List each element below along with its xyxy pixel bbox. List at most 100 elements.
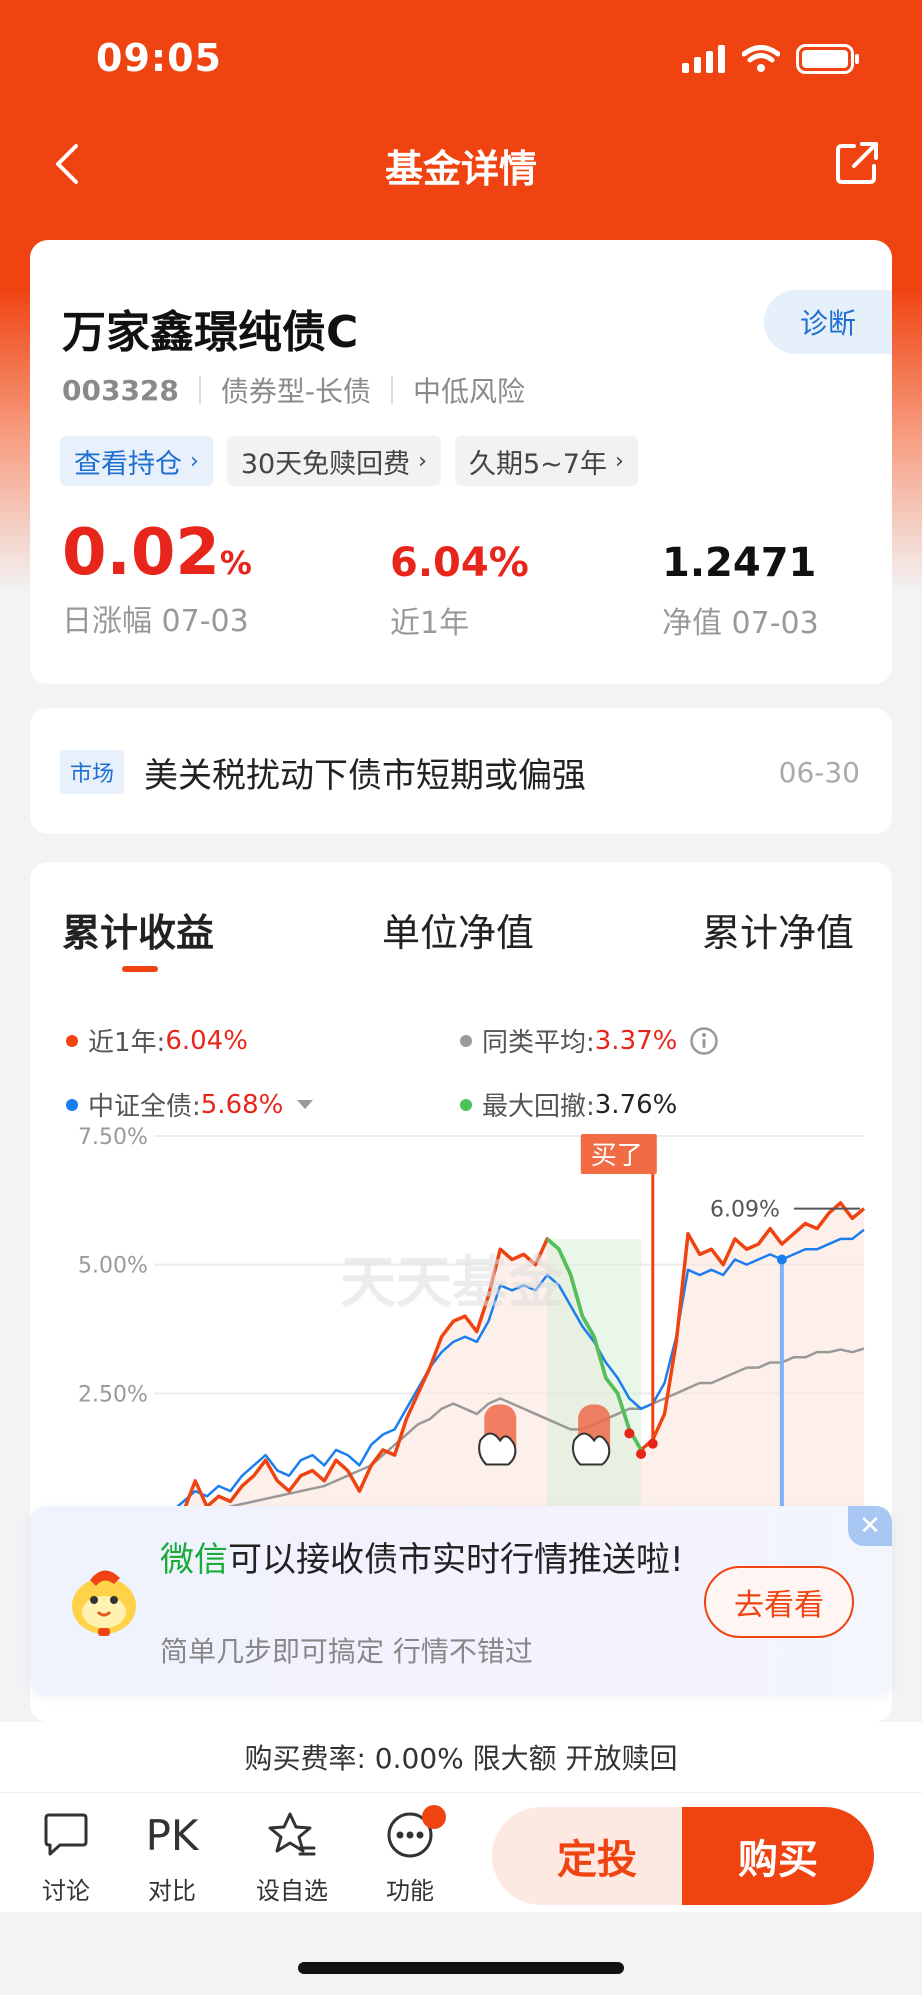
legend-value: 6.04% [165, 1025, 248, 1056]
divider [198, 376, 201, 404]
promo-subtitle: 简单几步即可搞定 行情不错过 [160, 1635, 533, 1668]
tab-cumulative-nav[interactable]: 累计净值 [702, 902, 854, 957]
redemption-fee-tag[interactable]: 30天免赎回费 › [226, 436, 441, 486]
dropdown-caret-icon [297, 1100, 314, 1109]
legend-value: 5.68% [200, 1089, 284, 1120]
add-watchlist-label: 设自选 [256, 1877, 328, 1905]
return-line-chart[interactable]: 7.50% 5.00% 2.50% 天天基金 买了 6.09% [30, 1122, 892, 1522]
promo-title-rest: 可以接收债市实时行情推送啦! [228, 1540, 684, 1580]
chat-bubble-icon [44, 1813, 88, 1856]
info-icon[interactable] [689, 1026, 719, 1056]
promo-title: 微信可以接收债市实时行情推送啦! [160, 1536, 700, 1584]
tag-label: 查看持仓 [74, 448, 182, 480]
pk-icon: PK [145, 1810, 199, 1860]
fund-meta: 003328 债券型-长债 中低风险 [62, 370, 525, 410]
fund-summary-card: 万家鑫璟纯债C 诊断 003328 债券型-长债 中低风险 查看持仓 › 30天免… [30, 240, 892, 684]
purchase-fee-info: 购买费率: 0.00% 限大额 开放赎回 [0, 1722, 922, 1792]
trade-point [636, 1448, 647, 1459]
end-value-label: 6.09% [710, 1198, 780, 1223]
features-label: 功能 [386, 1877, 434, 1905]
wechat-promo-banner: ✕ 微信可以接收债市实时行情推送啦! 简单几步即可搞定 行情不错过 去看看 [30, 1506, 892, 1696]
trade-point [624, 1428, 635, 1439]
legend-dot [460, 1098, 472, 1111]
trade-point [647, 1438, 658, 1449]
nav-bar: 基金详情 [0, 120, 922, 210]
buy-marker-label: 买了 [591, 1141, 643, 1171]
divider [391, 376, 394, 404]
view-holdings-tag[interactable]: 查看持仓 › [60, 436, 213, 486]
promo-title-highlight: 微信 [160, 1540, 228, 1580]
wifi-icon [742, 45, 780, 72]
legend-index[interactable]: 中证全债: 5.68% [66, 1086, 314, 1123]
tag-label: 30天免赎回费 [240, 448, 411, 480]
legend-label: 同类平均: [482, 1028, 595, 1058]
promo-view-button[interactable]: 去看看 [704, 1566, 854, 1638]
status-bar: 09:05 [0, 0, 922, 120]
legend-dot [460, 1034, 472, 1047]
close-icon[interactable]: ✕ [848, 1506, 892, 1546]
chart-watermark: 天天基金 [340, 1251, 565, 1316]
y-tick-label: 5.00% [78, 1254, 148, 1279]
share-icon[interactable] [832, 138, 882, 188]
home-indicator[interactable] [298, 1962, 624, 1974]
fund-tags: 查看持仓 › 30天免赎回费 › 久期5~7年 › [60, 436, 638, 486]
tab-unit-nav[interactable]: 单位净值 [382, 902, 534, 957]
chevron-right-icon: › [614, 448, 624, 474]
year-return-value: 6.04% [390, 540, 529, 586]
legend-dot [66, 1034, 78, 1047]
legend-label: 中证全债: [88, 1092, 201, 1122]
daily-change-label: 日涨幅 07-03 [62, 604, 249, 639]
y-tick-label: 7.50% [78, 1125, 148, 1150]
year-return-stat: 6.04% 近1年 [390, 540, 529, 642]
duration-tag[interactable]: 久期5~7年 › [454, 436, 638, 486]
fund-name: 万家鑫璟纯债C [62, 307, 359, 358]
nav-stat: 1.2471 净值 07-03 [662, 540, 819, 642]
compare-button[interactable]: PK 对比 [132, 1807, 212, 1906]
legend-value: 3.37% [594, 1025, 678, 1056]
legend-label: 近1年: [88, 1028, 166, 1058]
mascot-icon [72, 1570, 136, 1636]
daily-change-unit: % [219, 544, 252, 582]
market-news-card[interactable]: 市场 美关税扰动下债市短期或偏强 06-30 [30, 708, 892, 834]
daily-change-value: 0.02 [62, 516, 220, 590]
legend-label: 最大回撤: [482, 1092, 595, 1122]
active-tab-indicator [122, 966, 158, 972]
compare-label: 对比 [148, 1877, 196, 1905]
year-return-label: 近1年 [390, 606, 470, 641]
auto-invest-button[interactable]: 定投 [492, 1807, 702, 1905]
legend-fund-year: 近1年: 6.04% [66, 1022, 248, 1059]
notification-dot [422, 1805, 446, 1829]
buy-button[interactable]: 购买 [682, 1807, 874, 1905]
fund-code: 003328 [62, 373, 179, 407]
page-title: 基金详情 [384, 147, 537, 191]
nav-label: 净值 07-03 [662, 606, 819, 641]
status-icons [682, 44, 860, 74]
discuss-button[interactable]: 讨论 [26, 1807, 106, 1906]
fund-risk: 中低风险 [413, 375, 526, 408]
status-time: 09:05 [96, 36, 222, 80]
signal-icon [682, 45, 725, 73]
daily-change-stat: 0.02% 日涨幅 07-03 [62, 516, 252, 640]
daily-change-value-group: 0.02% [62, 516, 252, 590]
index-highlight-point [776, 1254, 787, 1265]
legend-max-drawdown: 最大回撤: 3.76% [460, 1086, 677, 1123]
fund-type: 债券型-长债 [220, 375, 372, 408]
chevron-right-icon: › [190, 448, 199, 474]
chevron-right-icon: › [418, 448, 427, 474]
legend-category-average: 同类平均: 3.37% [460, 1022, 719, 1059]
nav-value: 1.2471 [662, 540, 817, 586]
legend-value: 3.76% [594, 1089, 678, 1120]
bottom-action-bar: 讨论 PK 对比 设自选 功能 定投 购买 [0, 1792, 922, 1912]
star-plus-icon [268, 1812, 316, 1856]
battery-icon [796, 44, 859, 74]
add-watchlist-button[interactable]: 设自选 [252, 1807, 332, 1906]
news-headline: 美关税扰动下债市短期或偏强 [144, 756, 586, 796]
news-date: 06-30 [778, 756, 860, 789]
discuss-label: 讨论 [42, 1877, 90, 1905]
tab-cumulative-return[interactable]: 累计收益 [62, 902, 214, 957]
features-button[interactable]: 功能 [370, 1805, 450, 1906]
diagnose-button[interactable]: 诊断 [764, 290, 892, 354]
tag-label: 久期5~7年 [468, 448, 607, 480]
y-tick-label: 2.50% [78, 1382, 148, 1407]
chart-tabs: 累计收益 单位净值 累计净值 [30, 902, 892, 992]
